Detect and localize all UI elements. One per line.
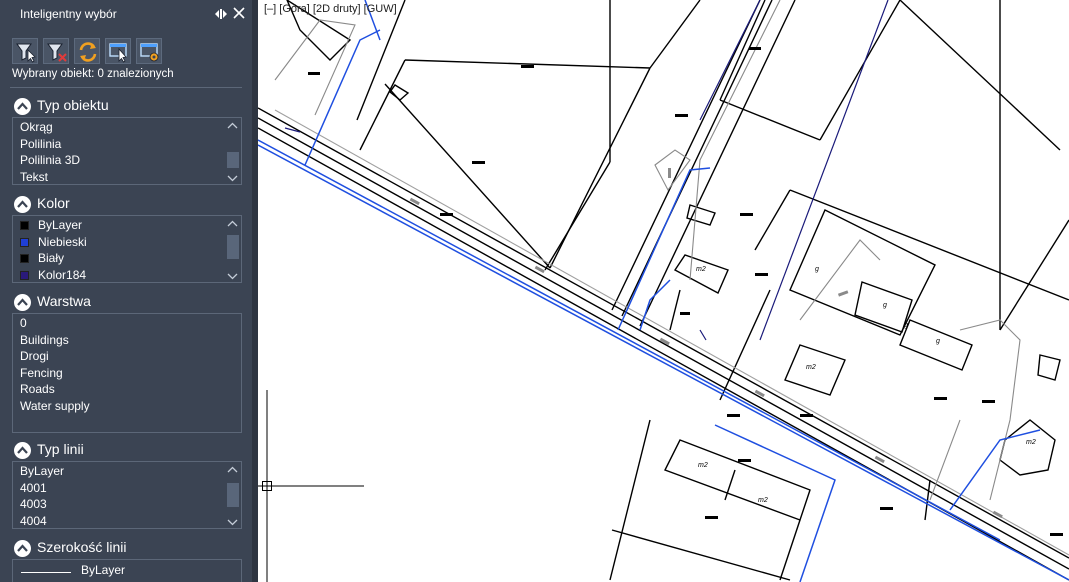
scroll-thumb[interactable] [227,235,239,259]
list-item[interactable]: Tekst [13,169,241,185]
list-item[interactable]: Biały [13,250,241,267]
list-item[interactable]: Fencing [13,365,241,382]
app-root: Inteligentny wybór Wybrany obiekt: 0 zna… [0,0,1069,582]
scroll-thumb[interactable] [227,152,239,168]
list-item[interactable]: 4001 [13,480,241,497]
color-swatch [20,221,29,230]
crosshair-cursor [258,390,364,582]
building-label: g [936,338,940,345]
select-filter-button[interactable] [12,38,38,64]
layer-list[interactable]: 0 Buildings Drogi Fencing Roads Water su… [12,313,242,433]
close-icon[interactable] [232,6,246,20]
building-label: g [904,322,908,329]
refresh-icon [79,42,97,62]
list-item[interactable]: Drogi [13,348,241,365]
color-list[interactable]: ByLayer Niebieski Biały Kolor184 [12,215,242,283]
select-window-icon [109,43,127,63]
area-label: m2 [806,364,816,371]
clear-filter-icon [47,43,67,62]
panel-titlebar[interactable]: Inteligentny wybór [0,0,252,28]
refresh-button[interactable] [74,38,100,64]
area-label: m2 [1026,439,1036,446]
section-label: Kolor [37,195,70,211]
clear-filter-button[interactable] [43,38,69,64]
autohide-pin-icon[interactable] [214,8,228,20]
list-item-label: Biały [38,251,65,265]
list-item[interactable]: Water supply [13,398,241,415]
list-item-label: Niebieski [38,234,87,249]
list-item[interactable]: Polilinia [13,136,241,153]
list-item[interactable]: ByLayer [81,563,125,577]
list-item[interactable]: ByLayer [13,463,241,480]
chevron-up-icon[interactable] [14,540,31,557]
drawing-canvas[interactable]: m2 m2 m2 m2 m2 g g g g [–] [Góra] [2D dr… [258,0,1069,582]
select-window-button[interactable] [105,38,131,64]
list-item[interactable]: Niebieski [13,234,241,251]
chevron-up-icon[interactable] [14,294,31,311]
list-item[interactable]: Kolor184 [13,267,241,283]
divider [10,87,242,88]
list-item[interactable]: ByLayer [13,217,241,234]
scrollbar[interactable] [225,217,240,283]
area-label: m2 [696,266,706,273]
scrollbar[interactable] [225,119,240,185]
object-type-list[interactable]: Okrąg Polilinia Polilinia 3D Tekst [12,117,242,185]
list-item[interactable]: Roads [13,381,241,398]
section-label: Warstwa [37,293,91,309]
select-filter-icon [16,43,36,63]
building-label: g [815,266,819,273]
section-label: Typ linii [37,441,84,457]
list-item[interactable]: 4003 [13,496,241,513]
panel-title: Inteligentny wybór [20,7,117,21]
settings-button[interactable] [136,38,162,64]
found-count-text: Wybrany obiekt: 0 znalezionych [12,68,174,80]
chevron-up-icon[interactable] [225,119,240,133]
list-item-label: ByLayer [38,218,83,232]
chevron-down-icon[interactable] [225,515,240,529]
chevron-up-icon[interactable] [225,217,240,231]
scroll-thumb[interactable] [227,483,239,507]
settings-icon [140,43,159,62]
lineweight-list[interactable]: ByLayer [12,559,242,582]
list-item[interactable]: Okrąg [13,119,241,136]
scrollbar[interactable] [225,463,240,529]
list-item[interactable]: 4004 [13,513,241,529]
list-item[interactable]: 0 [13,315,241,332]
smart-selection-panel: Inteligentny wybór Wybrany obiekt: 0 zna… [0,0,258,582]
chevron-up-icon[interactable] [14,196,31,213]
viewport-controls-label[interactable]: [–] [Góra] [2D druty] [GUW] [264,3,397,15]
chevron-up-icon[interactable] [14,98,31,115]
color-swatch [20,270,29,280]
chevron-down-icon[interactable] [225,269,240,283]
chevron-up-icon[interactable] [14,442,31,459]
section-label: Szerokość linii [37,539,127,555]
list-item[interactable]: Polilinia 3D [13,152,241,169]
chevron-down-icon[interactable] [225,171,240,185]
building-label: g [883,302,887,309]
area-label: m2 [758,497,768,504]
list-item[interactable]: Buildings [13,332,241,349]
color-swatch [20,254,29,263]
area-label: m2 [698,462,708,469]
color-swatch [20,237,29,247]
section-label: Typ obiektu [37,97,109,113]
list-item-label: Kolor184 [38,267,87,282]
chevron-up-icon[interactable] [225,463,240,477]
linetype-list[interactable]: ByLayer 4001 4003 4004 [12,461,242,529]
lineweight-sample [21,572,71,573]
cad-drawing[interactable] [258,0,1069,582]
